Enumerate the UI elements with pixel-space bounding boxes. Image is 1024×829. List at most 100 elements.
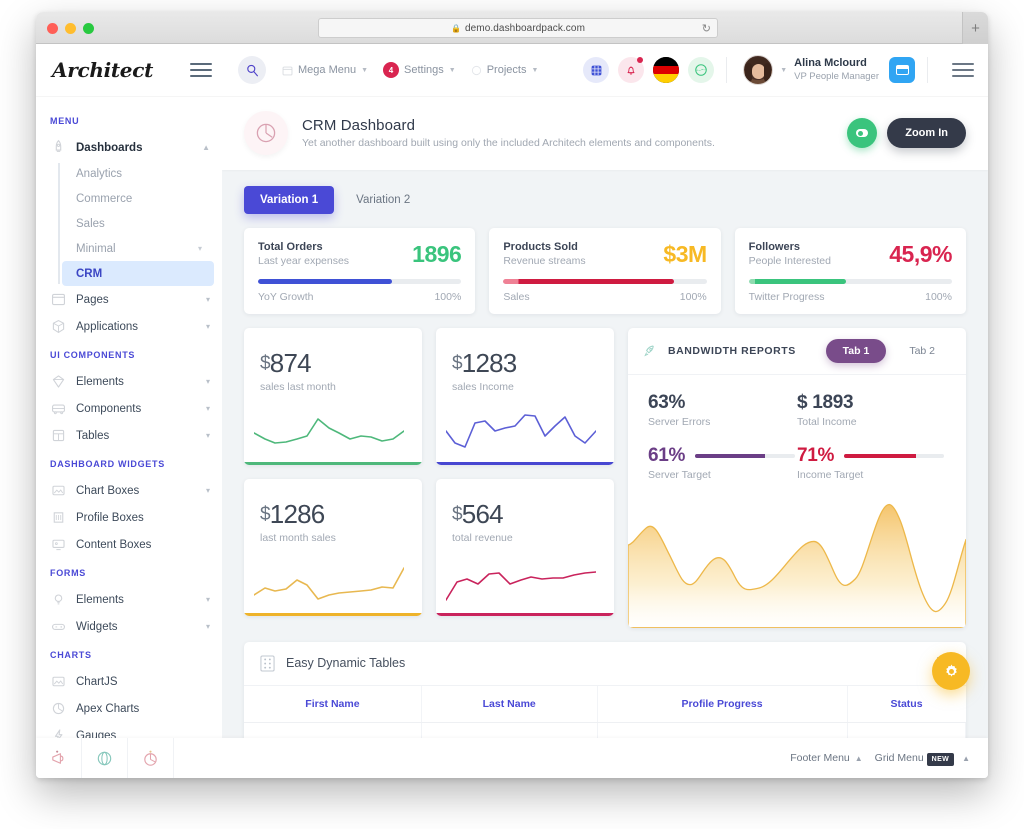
sidebar-item-forms-elements[interactable]: Elements ▾	[36, 586, 222, 613]
page-actions: Zoom In	[847, 118, 966, 148]
grid-menu-link[interactable]: Grid Menu NEW ▲	[875, 752, 970, 764]
sidebar-item-analytics[interactable]: Analytics	[62, 161, 214, 186]
currency-symbol: $	[452, 504, 462, 525]
chevron-down-icon: ▼	[449, 67, 456, 74]
sparkline-chart	[254, 409, 404, 453]
reload-icon[interactable]: ↻	[702, 22, 711, 35]
spark-card-value: $1283	[452, 348, 598, 379]
options-menu-button[interactable]	[952, 63, 974, 77]
currency-symbol: $	[452, 353, 462, 374]
sidebar-item-apex-charts[interactable]: Apex Charts	[36, 695, 222, 722]
grip-icon	[260, 655, 275, 672]
chevron-down-icon[interactable]: ▼	[780, 67, 787, 74]
spark-accent-bar	[436, 462, 614, 466]
app-root: Architect Mega Menu ▼ 4 Settings ▼	[36, 44, 988, 778]
globe-icon[interactable]	[82, 738, 128, 778]
footer-menu-label: Footer Menu	[790, 752, 850, 764]
chevron-up-icon: ▲	[202, 143, 210, 152]
tab-1[interactable]: Tab 1	[826, 339, 887, 363]
avatar	[743, 55, 773, 85]
bandwidth-stats: 63% Server Errors $ 1893 Total Income 6	[628, 375, 966, 487]
wave-icon[interactable]	[688, 57, 714, 83]
search-icon[interactable]	[238, 56, 266, 84]
tab-variation-1[interactable]: Variation 1	[244, 186, 334, 214]
window-icon	[50, 291, 67, 308]
sidebar-item-profile-boxes[interactable]: Profile Boxes	[36, 504, 222, 531]
table-card-title: Easy Dynamic Tables	[286, 656, 405, 670]
chevron-down-icon: ▾	[198, 244, 202, 253]
chevron-down-icon: ▾	[206, 622, 210, 631]
table-column-profile-progress[interactable]: Profile Progress	[597, 686, 847, 723]
close-window-button[interactable]	[47, 23, 58, 34]
megaphone-icon[interactable]	[36, 738, 82, 778]
user-name: Alina Mclourd	[794, 57, 879, 70]
progress-bar	[258, 279, 461, 284]
new-badge: NEW	[927, 753, 955, 766]
sidebar-item-pages[interactable]: Pages ▾	[36, 286, 222, 313]
bulb-icon	[50, 591, 67, 608]
sidebar-item-components[interactable]: Components ▾	[36, 395, 222, 422]
gear-icon[interactable]	[932, 652, 970, 690]
monitor-icon	[50, 536, 67, 553]
spark-accent-bar	[244, 462, 422, 466]
dashboard-grid: Total Orders Last year expenses 1896 YoY…	[222, 214, 988, 738]
sidebar-toggle-button[interactable]	[190, 63, 212, 77]
table-column-first-name[interactable]: First Name	[244, 686, 421, 723]
table-column-status[interactable]: Status	[847, 686, 965, 723]
currency-symbol: $	[260, 353, 270, 374]
toggle-on-icon[interactable]	[847, 118, 877, 148]
building-icon	[50, 509, 67, 526]
stat-card-header: Products Sold Revenue streams $3M	[503, 241, 706, 268]
table-column-last-name[interactable]: Last Name	[421, 686, 597, 723]
progress-label: Twitter Progress	[749, 291, 825, 303]
sidebar-item-crm[interactable]: CRM	[62, 261, 214, 286]
tab-variation-2[interactable]: Variation 2	[340, 186, 426, 214]
grid-icon[interactable]	[583, 57, 609, 83]
rocket-icon	[642, 343, 659, 360]
stat-card-header: Followers People Interested 45,9%	[749, 241, 952, 268]
inbox-icon[interactable]	[889, 57, 915, 83]
zoom-in-button[interactable]: Zoom In	[887, 118, 966, 148]
spark-column-left: $874 sales last month $1286 last month s…	[244, 328, 422, 628]
table-row[interactable]	[244, 722, 966, 738]
new-tab-button[interactable]: +	[962, 12, 988, 44]
header-menu-mega[interactable]: Mega Menu ▼	[282, 64, 368, 76]
minimize-window-button[interactable]	[65, 23, 76, 34]
address-bar[interactable]: 🔒 demo.dashboardpack.com ↻	[318, 18, 718, 38]
maximize-window-button[interactable]	[83, 23, 94, 34]
sidebar-item-dashboards[interactable]: Dashboards ▲	[36, 134, 222, 161]
sidebar-item-chartjs[interactable]: ChartJS	[36, 668, 222, 695]
sidebar-item-content-boxes[interactable]: Content Boxes	[36, 531, 222, 558]
header-menu-label: Settings	[404, 64, 444, 76]
bell-icon[interactable]	[618, 57, 644, 83]
header-menu-projects[interactable]: Projects ▼	[471, 64, 539, 76]
stat-value: 71%	[797, 445, 834, 467]
pie-icon[interactable]	[128, 738, 174, 778]
sidebar-item-forms-widgets[interactable]: Widgets ▾	[36, 613, 222, 640]
chevron-down-icon: ▾	[206, 377, 210, 386]
tab-2[interactable]: Tab 2	[892, 339, 952, 363]
brand-logo[interactable]: Architect	[52, 58, 182, 82]
header-divider	[726, 57, 727, 83]
bandwidth-tabs: Tab 1 Tab 2	[826, 339, 952, 363]
spark-card-label: total revenue	[452, 532, 598, 544]
footer-menu-link[interactable]: Footer Menu▲	[790, 752, 862, 764]
header-menu-settings[interactable]: 4 Settings ▼	[383, 62, 456, 78]
sidebar-item-label: Analytics	[76, 168, 122, 180]
sidebar-item-label: Chart Boxes	[76, 485, 139, 497]
sidebar-item-sales[interactable]: Sales	[62, 211, 214, 236]
sidebar-item-label: Profile Boxes	[76, 512, 144, 524]
sidebar-item-gauges[interactable]: Gauges	[36, 722, 222, 738]
sidebar-item-commerce[interactable]: Commerce	[62, 186, 214, 211]
sidebar-item-ui-elements[interactable]: Elements ▾	[36, 368, 222, 395]
pie-icon	[50, 700, 67, 717]
spark-card-total-revenue: $564 total revenue	[436, 479, 614, 616]
user-profile-menu[interactable]: ▼ Alina Mclourd VP People Manager	[743, 55, 879, 85]
spark-accent-bar	[436, 613, 614, 617]
sidebar-item-tables[interactable]: Tables ▾	[36, 422, 222, 449]
sidebar-item-chart-boxes[interactable]: Chart Boxes ▾	[36, 477, 222, 504]
flag-germany-icon[interactable]	[653, 57, 679, 83]
sidebar-item-minimal[interactable]: Minimal ▾	[62, 236, 214, 261]
sidebar-item-applications[interactable]: Applications ▾	[36, 313, 222, 340]
sparkline-chart	[254, 560, 404, 604]
